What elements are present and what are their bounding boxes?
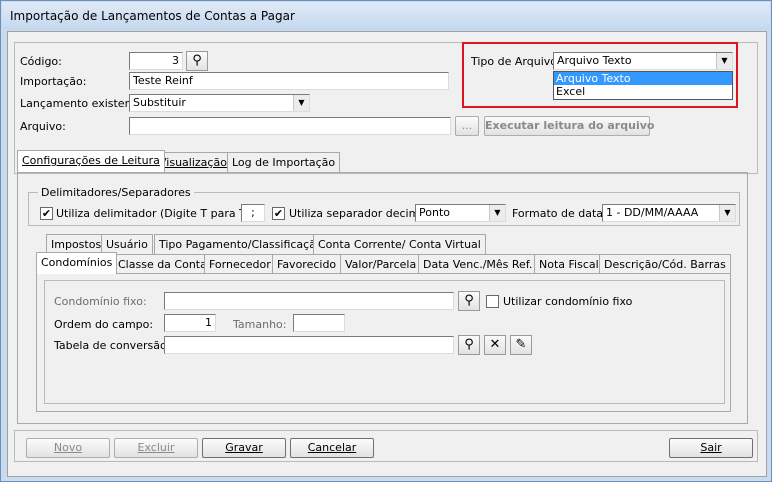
- formato-data-value: 1 - DD/MM/AAAA: [606, 206, 699, 219]
- lancamento-value: Substituir: [133, 96, 186, 109]
- sair-button[interactable]: Sair: [669, 438, 753, 458]
- tab-label: Descrição/Cód. Barras: [604, 258, 726, 271]
- chevron-down-icon[interactable]: ▼: [719, 205, 735, 221]
- tabela-conversao-label: Tabela de conversão:: [54, 339, 171, 352]
- tipo-arquivo-label: Tipo de Arquivo:: [471, 55, 561, 68]
- tab-label: Classe da Conta: [118, 258, 207, 271]
- tab-label: Configurações de Leitura: [22, 154, 160, 167]
- gravar-button[interactable]: Gravar: [202, 438, 286, 458]
- novo-label: Novo: [53, 441, 83, 454]
- chevron-down-icon[interactable]: ▼: [293, 95, 309, 111]
- browse-button[interactable]: ...: [455, 116, 479, 136]
- delimitadores-title: Delimitadores/Separadores: [38, 186, 194, 200]
- tab-label: Impostos: [51, 238, 102, 251]
- tab-log[interactable]: Log de Importação: [227, 152, 341, 172]
- codigo-label: Código:: [20, 55, 62, 68]
- tab-label: Conta Corrente/ Conta Virtual: [318, 238, 481, 251]
- tamanho-label: Tamanho:: [233, 318, 287, 331]
- tab-label: Tipo Pagamento/Classificação: [159, 238, 323, 251]
- ordem-campo-field[interactable]: 1: [164, 314, 216, 332]
- excluir-button[interactable]: Excluir: [114, 438, 198, 458]
- lancamento-label: Lançamento existente:: [20, 97, 147, 110]
- binoculars-icon: ⚲: [464, 293, 474, 308]
- tab-usuario[interactable]: Usuário: [101, 234, 153, 254]
- tab-configuracoes[interactable]: Configurações de Leitura: [17, 150, 165, 172]
- tab-label: Data Venc./Mês Ref.: [423, 258, 533, 271]
- search-tabela-button[interactable]: ⚲: [458, 335, 480, 355]
- usa-separador-label: Utiliza separador decimal: [289, 207, 430, 220]
- usa-delimitador-label: Utiliza delimitador (Digite T para TAB): [56, 207, 265, 220]
- usar-condominio-fixo-checkbox[interactable]: [486, 295, 499, 308]
- tab-label: Log de Importação: [232, 156, 336, 169]
- arquivo-field[interactable]: [129, 117, 451, 135]
- tipo-arquivo-select[interactable]: Arquivo Texto ▼: [553, 52, 733, 70]
- tab-label: Condomínios: [41, 256, 113, 269]
- cancelar-label: Cancelar: [307, 441, 357, 454]
- tab-descricao[interactable]: Descrição/Cód. Barras: [599, 254, 731, 274]
- condominio-fixo-label: Condomínio fixo:: [54, 295, 147, 308]
- tab-nota-fiscal[interactable]: Nota Fiscal: [534, 254, 604, 274]
- cancelar-button[interactable]: Cancelar: [290, 438, 374, 458]
- tab-label: Favorecido: [277, 258, 337, 271]
- tab-condominios[interactable]: Condomínios: [36, 252, 118, 274]
- codigo-field[interactable]: 3: [129, 52, 183, 70]
- lancamento-select[interactable]: Substituir ▼: [129, 94, 310, 112]
- gravar-label: Gravar: [225, 441, 263, 454]
- usar-condominio-fixo-label: Utilizar condomínio fixo: [503, 295, 633, 308]
- chevron-down-icon[interactable]: ▼: [489, 205, 505, 221]
- tab-data-venc[interactable]: Data Venc./Mês Ref.: [418, 254, 538, 274]
- tab-label: Valor/Parcela: [345, 258, 417, 271]
- novo-button[interactable]: Novo: [26, 438, 110, 458]
- tab-fornecedor[interactable]: Fornecedor: [204, 254, 276, 274]
- close-icon: ✕: [489, 337, 501, 352]
- excluir-label: Excluir: [137, 441, 175, 454]
- tab-tipo-pagamento[interactable]: Tipo Pagamento/Classificação: [154, 234, 328, 254]
- clear-tabela-button[interactable]: ✕: [484, 335, 506, 355]
- tab-label: Nota Fiscal: [539, 258, 599, 271]
- condominio-fixo-field[interactable]: [164, 292, 454, 310]
- window-title: Importação de Lançamentos de Contas a Pa…: [2, 2, 770, 30]
- arquivo-label: Arquivo:: [20, 120, 66, 133]
- tabela-conversao-field[interactable]: [164, 336, 454, 354]
- dropdown-option[interactable]: Excel: [554, 85, 732, 98]
- chevron-down-icon[interactable]: ▼: [716, 53, 732, 69]
- window: Importação de Lançamentos de Contas a Pa…: [0, 0, 772, 482]
- separador-value: Ponto: [419, 206, 450, 219]
- tab-classe-conta[interactable]: Classe da Conta: [113, 254, 212, 274]
- tipo-arquivo-value: Arquivo Texto: [557, 54, 632, 67]
- tab-impostos[interactable]: Impostos: [46, 234, 107, 254]
- separador-select[interactable]: Ponto ▼: [415, 204, 506, 222]
- read-file-button[interactable]: Executar leitura do arquivo: [484, 116, 654, 136]
- binoculars-icon: ⚲: [192, 53, 202, 68]
- delimitador-field[interactable]: ;: [241, 204, 265, 222]
- tab-valor-parcela[interactable]: Valor/Parcela: [340, 254, 422, 274]
- tab-label: Visualização: [159, 156, 227, 169]
- search-condominio-button[interactable]: ⚲: [458, 291, 480, 311]
- importacao-field[interactable]: Teste Reinf: [129, 72, 449, 90]
- formato-data-label: Formato de data:: [512, 207, 607, 220]
- binoculars-icon: ⚲: [464, 337, 474, 352]
- usa-delimitador-checkbox[interactable]: ✔: [40, 207, 53, 220]
- tab-visualizacao[interactable]: Visualização: [154, 152, 232, 172]
- dropdown-option[interactable]: Arquivo Texto: [554, 72, 732, 85]
- tipo-arquivo-dropdown: Arquivo Texto Excel: [553, 71, 733, 100]
- tab-favorecido[interactable]: Favorecido: [272, 254, 342, 274]
- search-codigo-button[interactable]: ⚲: [186, 51, 208, 71]
- importacao-label: Importação:: [20, 75, 87, 88]
- ordem-campo-label: Ordem do campo:: [54, 318, 154, 331]
- sair-label: Sair: [700, 441, 722, 454]
- edit-icon: ✎: [515, 337, 527, 352]
- tamanho-field[interactable]: [293, 314, 345, 332]
- tab-label: Fornecedor: [209, 258, 271, 271]
- tab-label: Usuário: [106, 238, 148, 251]
- edit-tabela-button[interactable]: ✎: [510, 335, 532, 355]
- tab-conta-corrente[interactable]: Conta Corrente/ Conta Virtual: [313, 234, 486, 254]
- client-area: Código: 3 ⚲ Importação: Teste Reinf Lanç…: [7, 31, 767, 477]
- formato-data-select[interactable]: 1 - DD/MM/AAAA ▼: [602, 204, 736, 222]
- usa-separador-checkbox[interactable]: ✔: [272, 207, 285, 220]
